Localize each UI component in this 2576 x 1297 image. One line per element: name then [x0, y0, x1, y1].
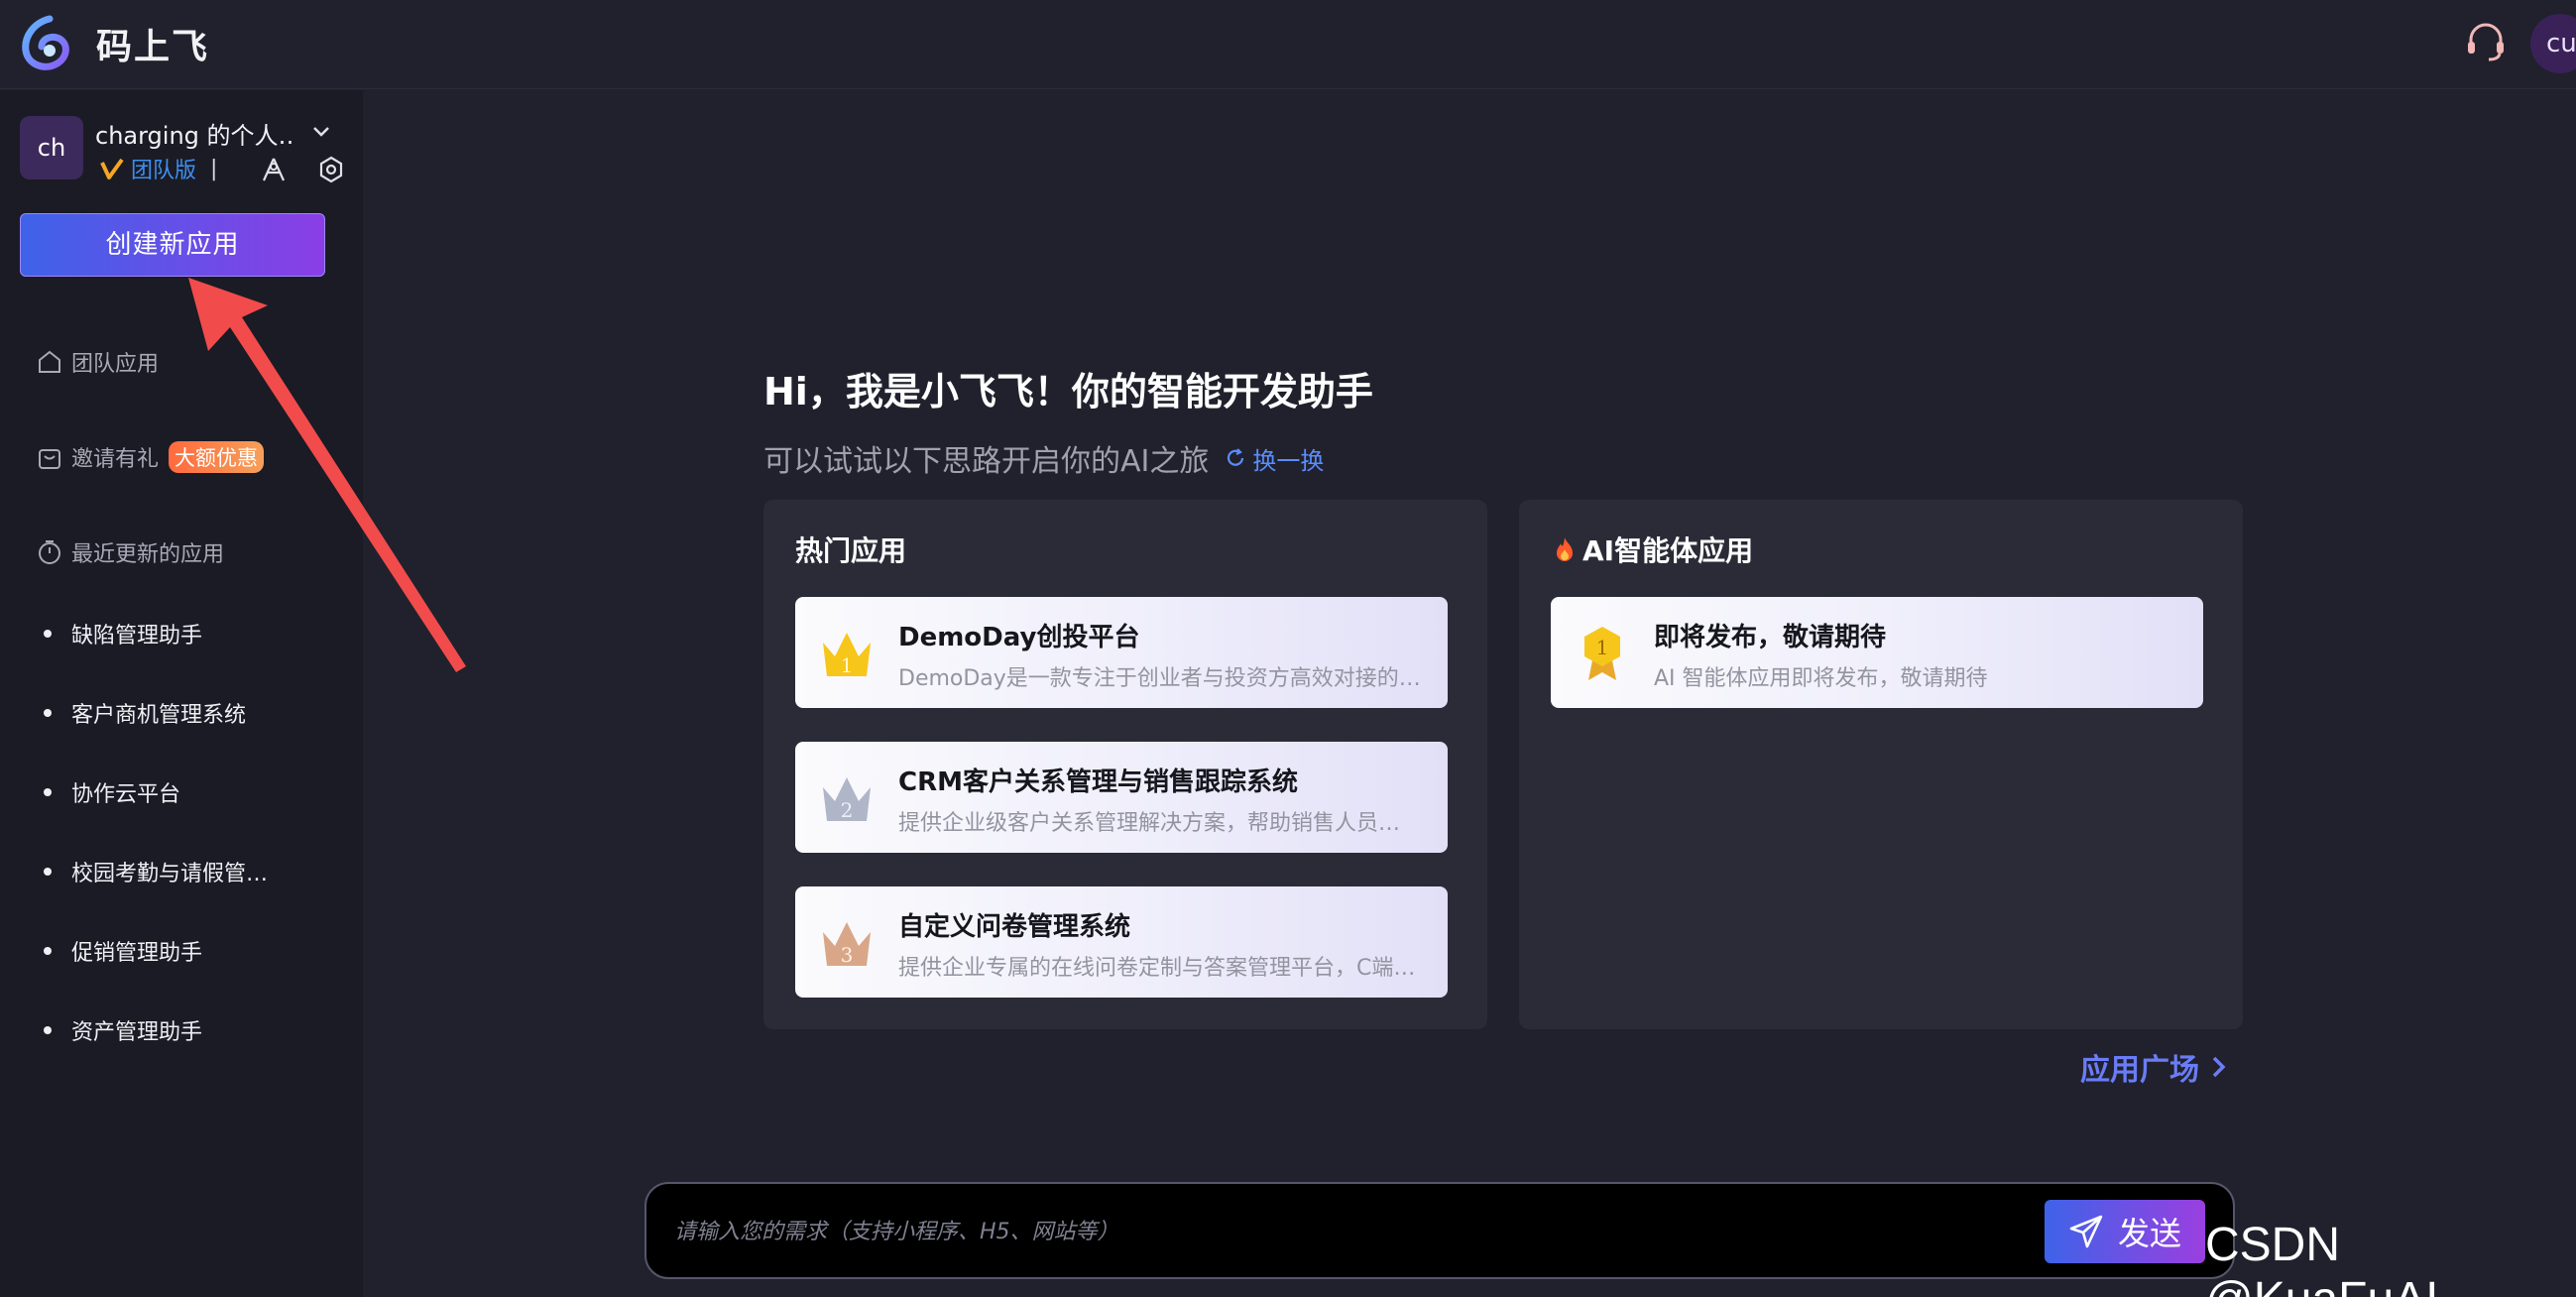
- app-title: 码上飞: [96, 27, 210, 67]
- app-card-desc: AI 智能体应用即将发布，敬请期待: [1654, 666, 1988, 691]
- plan-label[interactable]: 团队版: [131, 153, 196, 184]
- bullet-dot: [44, 868, 52, 876]
- hero-title: Hi，我是小飞飞！你的智能开发助手: [763, 370, 1373, 413]
- watermark: CSDN @KuaFuAI: [2205, 1219, 2439, 1297]
- app-market-link[interactable]: 应用广场: [2080, 1045, 2231, 1089]
- panel-title: 热门应用: [795, 534, 907, 567]
- recent-app-label: 促销管理助手: [71, 941, 203, 966]
- bullet-dot: [44, 1026, 52, 1034]
- bullet-dot: [44, 788, 52, 796]
- recent-app-label: 协作云平台: [71, 782, 181, 807]
- recent-app-item[interactable]: 校园考勤与请假管…: [44, 854, 321, 889]
- panel-title: AI智能体应用: [1582, 534, 1754, 567]
- sidebar-item-label: 邀请有礼: [71, 447, 160, 472]
- bullet-dot: [44, 630, 52, 638]
- rank-number: 2: [841, 798, 854, 822]
- app-card-title: 即将发布，敬请期待: [1654, 623, 1887, 652]
- rank-number: 1: [1596, 636, 1609, 659]
- app-market-label: 应用广场: [2080, 1053, 2199, 1088]
- recent-app-label: 校园考勤与请假管…: [71, 862, 269, 886]
- plan-row: 团队版 |: [99, 154, 217, 183]
- annotation-arrow: [188, 278, 466, 672]
- send-button[interactable]: 发送: [2045, 1200, 2205, 1263]
- home-icon: [39, 350, 60, 373]
- rank-number: 3: [841, 943, 854, 967]
- team-members-icon[interactable]: [260, 156, 288, 183]
- bullet-dot: [44, 709, 52, 717]
- top-bar: 码上飞 cu: [0, 0, 2576, 89]
- medal-icon: 1: [1584, 627, 1620, 680]
- app-card[interactable]: 1 即将发布，敬请期待 AI 智能体应用即将发布，敬请期待: [1551, 597, 2203, 708]
- panel-title-row: AI智能体应用: [1551, 530, 1753, 569]
- prompt-input-bar: 发送: [644, 1182, 2235, 1279]
- sidebar-item-label: 团队应用: [71, 352, 160, 377]
- headset-icon[interactable]: [2463, 20, 2509, 65]
- recent-app-label: 客户商机管理系统: [71, 703, 247, 728]
- app-card[interactable]: 2 CRM客户关系管理与销售跟踪系统 提供企业级客户关系管理解决方案，帮助销售人…: [795, 742, 1448, 853]
- paper-plane-icon: [2069, 1215, 2103, 1248]
- ai-agent-panel: AI智能体应用 1 即将发布，敬请期待 AI 智能体应用即将发布，敬请期待: [1519, 500, 2243, 1029]
- bronze-crown-icon: 3: [823, 922, 871, 967]
- hero-subtitle: 可以试试以下思路开启你的AI之旅: [763, 444, 1210, 479]
- app-card[interactable]: 1 DemoDay创投平台 DemoDay是一款专注于创业者与投资方高效对接的…: [795, 597, 1448, 708]
- refresh-button[interactable]: 换一换: [1225, 441, 1324, 476]
- app-card-title: 自定义问卷管理系统: [898, 912, 1131, 942]
- timer-icon: [39, 540, 60, 564]
- gift-bag-icon: [39, 449, 60, 469]
- team-name[interactable]: charging 的个人…: [95, 116, 293, 151]
- app-card-title: CRM客户关系管理与销售跟踪系统: [898, 767, 1298, 797]
- hero-subtitle-row: 可以试试以下思路开启你的AI之旅 换一换: [763, 436, 1324, 480]
- recent-app-item[interactable]: 促销管理助手: [44, 933, 321, 969]
- recent-app-item[interactable]: 客户商机管理系统: [44, 695, 321, 731]
- app-card[interactable]: 3 自定义问卷管理系统 提供企业专属的在线问卷定制与答案管理平台，C端…: [795, 886, 1448, 998]
- app-card-desc: 提供企业专属的在线问卷定制与答案管理平台，C端…: [898, 956, 1416, 981]
- app-card-title: DemoDay创投平台: [898, 623, 1140, 652]
- hot-apps-panel: 热门应用 1 DemoDay创投平台 DemoDay是一款专注于创业者与投资方高…: [763, 500, 1487, 1029]
- fire-icon: [1557, 537, 1573, 561]
- recent-app-item[interactable]: 协作云平台: [44, 774, 321, 810]
- chevron-right-icon: [2212, 1056, 2226, 1078]
- bullet-dot: [44, 947, 52, 955]
- refresh-label: 换一换: [1252, 446, 1325, 475]
- plan-badge-icon: [100, 158, 124, 179]
- team-avatar[interactable]: ch: [20, 116, 83, 179]
- app-card-desc: 提供企业级客户关系管理解决方案，帮助销售人员…: [898, 811, 1401, 836]
- gold-crown-icon: 1: [823, 633, 871, 677]
- refresh-icon: [1228, 448, 1244, 466]
- rank-number: 1: [841, 653, 854, 677]
- recent-app-label: 资产管理助手: [71, 1020, 203, 1045]
- app-card-desc: DemoDay是一款专注于创业者与投资方高效对接的…: [898, 666, 1421, 691]
- recent-app-item[interactable]: 资产管理助手: [44, 1012, 321, 1048]
- app-logo-icon[interactable]: [20, 15, 71, 70]
- prompt-input[interactable]: [674, 1204, 1963, 1259]
- sidebar-item-team-apps[interactable]: 团队应用: [36, 342, 159, 382]
- user-avatar[interactable]: cu: [2530, 14, 2576, 73]
- chevron-down-icon[interactable]: [309, 120, 333, 144]
- silver-crown-icon: 2: [823, 777, 871, 822]
- send-label: 发送: [2117, 1215, 2181, 1252]
- settings-icon[interactable]: [317, 156, 345, 183]
- plan-separator: |: [210, 156, 218, 181]
